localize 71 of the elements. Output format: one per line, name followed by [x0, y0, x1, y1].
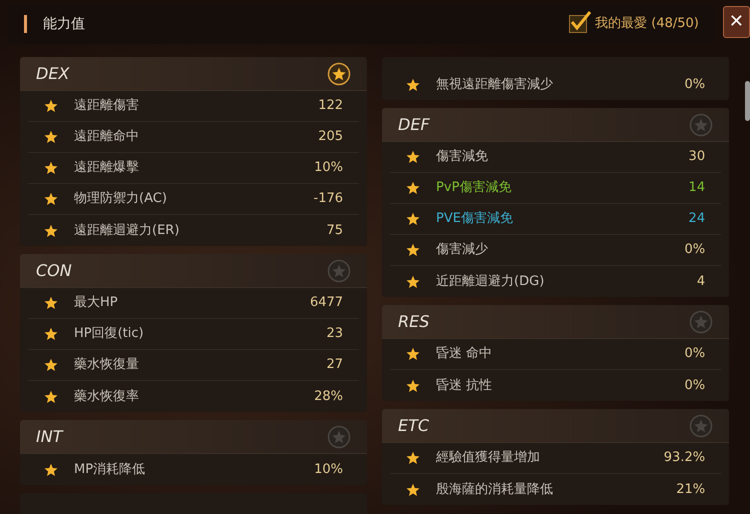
group-title: INT: [36, 426, 62, 448]
stat-label: PvP傷害減免: [436, 179, 512, 198]
stat-label: 昏迷 命中: [436, 345, 492, 364]
star-icon[interactable]: [44, 224, 58, 238]
group-title: ETC: [398, 414, 430, 436]
stat-value: 122: [318, 97, 344, 116]
stat-label: 遠距離迴避力(ER): [74, 222, 180, 240]
stat-value: 27: [326, 356, 344, 374]
stat-value: 23: [326, 325, 344, 344]
stat-label: 遠距離傷害: [74, 97, 139, 116]
star-icon[interactable]: [44, 192, 58, 206]
stat-value: 24: [688, 210, 706, 228]
stat-value: 14: [688, 179, 706, 198]
close-button[interactable]: ✕: [722, 6, 750, 38]
stat-value: 28%: [314, 388, 344, 406]
group-title: DEF: [398, 114, 430, 136]
stat-value: 0%: [684, 76, 706, 94]
stat-label: 傷害減少: [436, 241, 488, 260]
stat-label: MP消耗降低: [74, 460, 146, 479]
stat-label: 無視遠距離傷害減少: [436, 76, 554, 94]
stat-value: 6477: [310, 294, 344, 312]
star-icon[interactable]: [44, 327, 58, 341]
star-icon[interactable]: [406, 78, 420, 92]
stat-label: 物理防禦力(AC): [74, 190, 167, 208]
star-icon[interactable]: [44, 130, 58, 144]
stat-label: 藥水恢復率: [74, 388, 139, 406]
group-title: RES: [398, 310, 430, 332]
stat-value: 21%: [676, 480, 706, 499]
stat-label: 遠距離命中: [74, 128, 139, 146]
stat-label: 藥水恢復量: [74, 356, 139, 374]
stat-value: -176: [314, 190, 344, 208]
window-title: 能力值: [43, 14, 85, 34]
stat-value: 10%: [314, 159, 344, 178]
scrollbar-thumb[interactable]: [745, 81, 750, 121]
stat-value: 10%: [314, 460, 344, 479]
star-icon[interactable]: [44, 296, 58, 310]
stat-value: 205: [318, 128, 344, 146]
stat-value: 93.2%: [664, 449, 706, 468]
star-icon[interactable]: [406, 347, 420, 361]
stat-label: PVE傷害減免: [436, 210, 513, 228]
star-icon[interactable]: [406, 181, 420, 195]
star-icon[interactable]: [406, 212, 420, 226]
star-icon[interactable]: [406, 274, 420, 288]
stat-label: 經驗值獲得量增加: [436, 449, 540, 468]
star-icon[interactable]: [406, 482, 420, 496]
stat-label: 昏迷 抗性: [436, 376, 492, 395]
group-title: CON: [36, 260, 72, 282]
star-icon[interactable]: [44, 358, 58, 372]
stat-value: 4: [696, 272, 706, 291]
star-icon[interactable]: [406, 378, 420, 392]
stat-label: 傷害減免: [436, 148, 488, 166]
stat-label: 近距離迴避力(DG): [436, 272, 544, 291]
stat-value: 75: [326, 222, 344, 240]
star-icon[interactable]: [44, 161, 58, 175]
star-icon[interactable]: [44, 462, 58, 476]
group-title: DEX: [36, 62, 70, 84]
stat-label: 殷海薩的消耗量降低: [436, 480, 554, 499]
star-icon[interactable]: [406, 243, 420, 257]
stat-value: 0%: [684, 376, 706, 395]
stat-label: 遠距離爆擊: [74, 159, 139, 178]
favorite-label: 我的最愛 (48/50): [595, 15, 699, 34]
stat-label: 最大HP: [74, 294, 118, 312]
star-icon[interactable]: [406, 150, 420, 164]
title-accent-bar: [24, 15, 27, 33]
stat-value: 30: [688, 148, 706, 166]
stat-value: 0%: [684, 345, 706, 364]
stat-value: 0%: [684, 241, 706, 260]
star-icon[interactable]: [406, 451, 420, 465]
star-icon[interactable]: [44, 99, 58, 113]
star-icon[interactable]: [44, 390, 58, 404]
stat-label: HP回復(tic): [74, 325, 144, 344]
